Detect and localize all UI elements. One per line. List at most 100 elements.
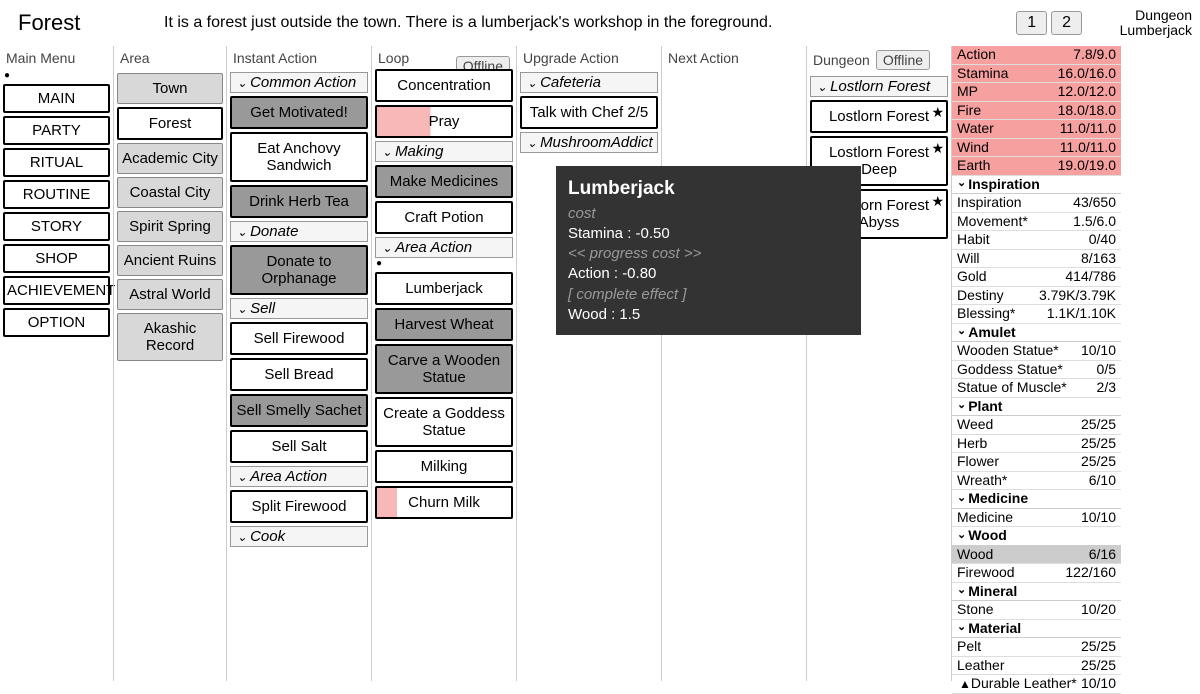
instant-action-label: Instant Action: [227, 46, 371, 70]
stat-section-amulet[interactable]: ⌄Amulet: [952, 324, 1121, 343]
instant-sell-bread[interactable]: Sell Bread: [230, 358, 368, 391]
area-ancient-ruins[interactable]: Ancient Ruins: [117, 245, 223, 276]
main-menu-main[interactable]: MAIN: [3, 84, 110, 113]
upgrade-action-label: Upgrade Action: [517, 46, 661, 70]
area-academic-city[interactable]: Academic City: [117, 143, 223, 174]
stat-mp: MP12.0/12.0: [952, 83, 1121, 102]
main-menu-party[interactable]: PARTY: [3, 116, 110, 145]
chevron-down-icon: ⌄: [957, 492, 966, 506]
chevron-down-icon: ⌄: [957, 177, 966, 191]
loop-action-column: Loop Action Offline ConcentrationPray⌄Ma…: [371, 46, 516, 681]
stat-section-inspiration[interactable]: ⌄Inspiration: [952, 176, 1121, 195]
stat-will: Will8/163: [952, 250, 1121, 269]
instant-sell-smelly-sachet[interactable]: Sell Smelly Sachet: [230, 394, 368, 427]
instant-split-firewood[interactable]: Split Firewood: [230, 490, 368, 523]
main-menu-shop[interactable]: SHOP: [3, 244, 110, 273]
loop-milking[interactable]: Milking: [375, 450, 513, 483]
loop-section-head[interactable]: ⌄Area Action: [375, 237, 513, 258]
instant-donate-to-orphanage[interactable]: Donate to Orphanage: [230, 245, 368, 295]
stat-section-mineral[interactable]: ⌄Mineral: [952, 583, 1121, 602]
instant-action-column: Instant Action ⌄Common ActionGet Motivat…: [226, 46, 371, 681]
chevron-down-icon: ⌄: [957, 529, 966, 543]
area-column: Area TownForestAcademic CityCoastal City…: [113, 46, 226, 681]
stat-goddess-statue-: Goddess Statue*0/5: [952, 361, 1121, 380]
area-spirit-spring[interactable]: Spirit Spring: [117, 211, 223, 242]
chevron-down-icon: ⌄: [237, 76, 247, 90]
instant-section-head[interactable]: ⌄Cook: [230, 526, 368, 547]
tooltip-complete: [ complete effect ]: [568, 285, 849, 305]
stat-section-plant[interactable]: ⌄Plant: [952, 398, 1121, 417]
chevron-down-icon: ⌄: [957, 584, 966, 598]
instant-section-head[interactable]: ⌄Sell: [230, 298, 368, 319]
stat-action: Action7.8/9.0: [952, 46, 1121, 65]
loop-section-head[interactable]: ⌄Making: [375, 141, 513, 162]
area-label: Area: [114, 46, 226, 70]
dungeon-offline-button[interactable]: Offline: [876, 50, 930, 70]
stat-statue-of-muscle-: Statue of Muscle*2/3: [952, 379, 1121, 398]
stat-wreath-: Wreath*6/10: [952, 472, 1121, 491]
stat-medicine: Medicine10/10: [952, 509, 1121, 528]
main-menu-column: Main Menu ● MAINPARTYRITUALROUTINESTORYS…: [0, 46, 113, 681]
stats-column: Action7.8/9.0Stamina16.0/16.0MP12.0/12.0…: [951, 46, 1121, 681]
instant-section-common-action: Common Action: [250, 74, 356, 91]
tooltip-action: Action : -0.80: [568, 264, 849, 284]
stat-firewood: Firewood122/160: [952, 564, 1121, 583]
stat-water: Water11.0/11.0: [952, 120, 1121, 139]
instant-eat-anchovy-sandwich[interactable]: Eat Anchovy Sandwich: [230, 132, 368, 182]
main-menu-story[interactable]: STORY: [3, 212, 110, 241]
main-menu-option[interactable]: OPTION: [3, 308, 110, 337]
stat-section-wood[interactable]: ⌄Wood: [952, 527, 1121, 546]
next-action-column: Next Action: [661, 46, 806, 681]
area-town[interactable]: Town: [117, 73, 223, 104]
page-tab-2[interactable]: 2: [1051, 11, 1082, 35]
loop-carve-a-wooden-statue[interactable]: Carve a Wooden Statue: [375, 344, 513, 394]
stat-durable-leather-: ▲Durable Leather*10/10: [952, 675, 1121, 694]
instant-sell-firewood[interactable]: Sell Firewood: [230, 322, 368, 355]
dungeon-lostlorn-forest[interactable]: Lostlorn Forest★: [810, 100, 948, 133]
upgrade-section-head[interactable]: ⌄MushroomAddict: [520, 132, 658, 153]
chevron-down-icon: ⌄: [237, 530, 247, 544]
loop-make-medicines[interactable]: Make Medicines: [375, 165, 513, 198]
area-description: It is a forest just outside the town. Th…: [158, 8, 1016, 38]
star-icon: ★: [931, 140, 944, 157]
upgrade-talk-with-chef-2-5[interactable]: Talk with Chef 2/5: [520, 96, 658, 129]
instant-section-head[interactable]: ⌄Donate: [230, 221, 368, 242]
instant-section-area-action: Area Action: [250, 468, 327, 485]
action-tooltip: Lumberjack cost Stamina : -0.50 << progr…: [556, 166, 861, 335]
upgrade-action-column: Upgrade Action ⌄Cafeteria Talk with Chef …: [516, 46, 661, 681]
instant-section-sell: Sell: [250, 300, 275, 317]
page-tab-1[interactable]: 1: [1016, 11, 1047, 35]
area-coastal-city[interactable]: Coastal City: [117, 177, 223, 208]
area-forest[interactable]: Forest: [117, 107, 223, 140]
instant-sell-salt[interactable]: Sell Salt: [230, 430, 368, 463]
main-menu-label: Main Menu: [0, 46, 113, 70]
loop-create-a-goddess-statue[interactable]: Create a Goddess Statue: [375, 397, 513, 447]
chevron-down-icon: ⌄: [382, 145, 392, 159]
area-astral-world[interactable]: Astral World: [117, 279, 223, 310]
main-menu-routine[interactable]: ROUTINE: [3, 180, 110, 209]
loop-harvest-wheat[interactable]: Harvest Wheat: [375, 308, 513, 341]
area-title: Forest: [8, 4, 158, 42]
loop-lumberjack[interactable]: Lumberjack: [375, 272, 513, 305]
stat-section-medicine[interactable]: ⌄Medicine: [952, 490, 1121, 509]
main-menu-achievement[interactable]: ACHIEVEMENT: [3, 276, 110, 305]
dungeon-section-head[interactable]: ⌄Lostlorn Forest: [810, 76, 948, 97]
loop-pray[interactable]: Pray: [375, 105, 513, 138]
stat-wind: Wind11.0/11.0: [952, 139, 1121, 158]
instant-drink-herb-tea[interactable]: Drink Herb Tea: [230, 185, 368, 218]
chevron-down-icon: ⌄: [957, 621, 966, 635]
stat-movement-: Movement*1.5/6.0: [952, 213, 1121, 232]
instant-section-head[interactable]: ⌄Area Action: [230, 466, 368, 487]
stat-earth: Earth19.0/19.0: [952, 157, 1121, 176]
loop-craft-potion[interactable]: Craft Potion: [375, 201, 513, 234]
stat-destiny: Destiny3.79K/3.79K: [952, 287, 1121, 306]
instant-section-donate: Donate: [250, 223, 298, 240]
main-menu-ritual[interactable]: RITUAL: [3, 148, 110, 177]
area-akashic-record[interactable]: Akashic Record: [117, 313, 223, 361]
loop-concentration[interactable]: Concentration: [375, 69, 513, 102]
instant-get-motivated-[interactable]: Get Motivated!: [230, 96, 368, 129]
upgrade-section-head[interactable]: ⌄Cafeteria: [520, 72, 658, 93]
instant-section-head[interactable]: ⌄Common Action: [230, 72, 368, 93]
stat-section-material[interactable]: ⌄Material: [952, 620, 1121, 639]
loop-churn-milk[interactable]: Churn Milk: [375, 486, 513, 519]
